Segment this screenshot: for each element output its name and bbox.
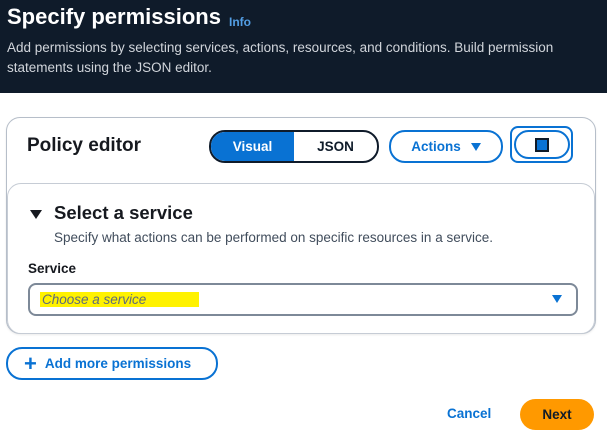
page-header: Specify permissions Info Add permissions… xyxy=(0,0,607,93)
service-field-label: Service xyxy=(28,261,77,276)
policy-editor-card: Policy editor Visual JSON Actions Select… xyxy=(6,117,596,334)
select-service-title[interactable]: Select a service xyxy=(54,202,193,224)
stop-square-icon xyxy=(534,137,549,152)
add-more-permissions-button[interactable]: + Add more permissions xyxy=(6,347,218,380)
json-mode-button[interactable]: JSON xyxy=(294,132,377,161)
add-more-permissions-label: Add more permissions xyxy=(44,356,192,371)
next-button[interactable]: Next xyxy=(520,399,594,430)
panel-toggle-button[interactable] xyxy=(510,126,573,163)
editor-mode-toggle: Visual JSON xyxy=(209,130,379,163)
select-service-panel: Select a service Specify what actions ca… xyxy=(7,183,595,334)
plus-icon: + xyxy=(24,350,37,376)
visual-mode-button[interactable]: Visual xyxy=(211,132,294,161)
collapse-caret-icon[interactable] xyxy=(30,210,42,219)
cancel-button[interactable]: Cancel xyxy=(447,406,491,421)
info-link[interactable]: Info xyxy=(229,15,251,29)
service-select-placeholder: Choose a service xyxy=(40,292,199,307)
policy-editor-title: Policy editor xyxy=(27,135,142,156)
page-title: Specify permissions xyxy=(7,4,221,29)
caret-down-icon xyxy=(552,295,562,303)
caret-down-icon xyxy=(470,142,481,151)
panel-toggle-inner xyxy=(513,130,570,159)
actions-label: Actions xyxy=(411,139,461,154)
actions-dropdown-button[interactable]: Actions xyxy=(389,130,503,163)
select-service-description: Specify what actions can be performed on… xyxy=(54,230,493,245)
page-description: Add permissions by selecting services, a… xyxy=(7,40,554,75)
service-select[interactable]: Choose a service xyxy=(28,283,578,316)
